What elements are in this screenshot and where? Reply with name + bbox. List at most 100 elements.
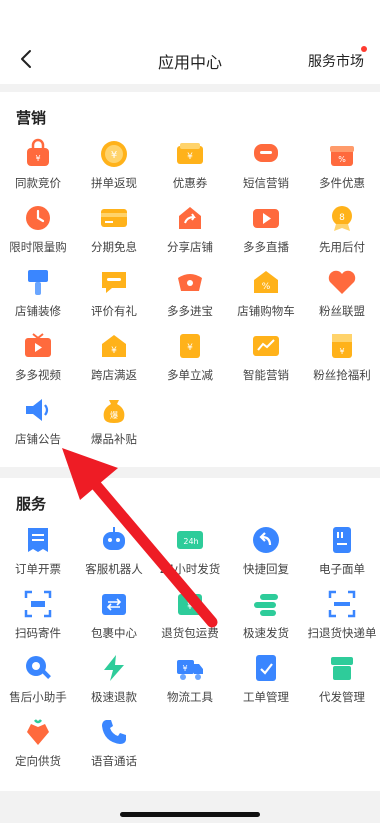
app-item-treasure[interactable]: 多多进宝 xyxy=(152,266,228,330)
app-item-message[interactable]: 短信营销 xyxy=(228,138,304,202)
app-item-label: 分享店铺 xyxy=(167,240,213,254)
app-item-video[interactable]: 多多直播 xyxy=(228,202,304,266)
marketing-section-title: 营销 xyxy=(16,109,47,127)
svg-text:¥: ¥ xyxy=(111,346,117,356)
services-section-title: 服务 xyxy=(16,495,47,513)
svg-text:%: % xyxy=(338,155,346,164)
app-item-dropship[interactable]: 代发管理 xyxy=(304,652,380,716)
app-item-fast-ship[interactable]: 极速发货 xyxy=(228,588,304,652)
app-item-robot[interactable]: 客服机器人 xyxy=(76,524,152,588)
scan-icon xyxy=(24,590,52,618)
app-item-label: 跨店满返 xyxy=(91,368,137,382)
card-icon xyxy=(101,209,127,227)
app-item-label: 多多视频 xyxy=(15,368,61,382)
app-item-label: 订单开票 xyxy=(15,562,61,576)
share-icon xyxy=(179,207,201,229)
app-item-label: 极速发货 xyxy=(243,626,289,640)
app-item-speaker[interactable]: 店铺公告 xyxy=(0,394,76,458)
video-icon xyxy=(253,209,279,228)
app-item-wrench[interactable]: 售后小助手 xyxy=(0,652,76,716)
app-item-label: 多单立减 xyxy=(167,368,213,382)
app-item-label: 评价有礼 xyxy=(91,304,137,318)
app-item-lightning[interactable]: 极速退款 xyxy=(76,652,152,716)
comment-icon xyxy=(102,272,126,293)
svg-text:¥: ¥ xyxy=(182,664,187,673)
app-item-phone[interactable]: 语音通话 xyxy=(76,716,152,780)
discount-icon: ¥ xyxy=(180,334,200,358)
package-icon xyxy=(102,594,126,615)
app-item-package[interactable]: 包裹中心 xyxy=(76,588,152,652)
money-bag-icon: 爆 xyxy=(103,400,125,423)
app-item-comment[interactable]: 评价有礼 xyxy=(76,266,152,330)
app-item-brush[interactable]: 店铺装修 xyxy=(0,266,76,330)
reply-icon xyxy=(253,527,279,553)
app-item-discount[interactable]: ¥ 多单立减 xyxy=(152,330,228,394)
app-item-label: 先用后付 xyxy=(319,240,365,254)
app-item-share[interactable]: 分享店铺 xyxy=(152,202,228,266)
app-item-coupon[interactable]: ¥ 优惠券 xyxy=(152,138,228,202)
app-item-label: 售后小助手 xyxy=(9,690,67,704)
app-item-label: 扫退货快递单 xyxy=(307,626,377,640)
app-item-chart[interactable]: 智能营销 xyxy=(228,330,304,394)
phone-icon xyxy=(102,720,126,744)
app-item-label: 工单管理 xyxy=(243,690,289,704)
app-item-tv[interactable]: 多多视频 xyxy=(0,330,76,394)
app-item-label: 拼单返现 xyxy=(91,176,137,190)
svg-text:¥: ¥ xyxy=(187,602,193,612)
app-item-reply[interactable]: 快捷回复 xyxy=(228,524,304,588)
app-item-house-coin[interactable]: ¥ 跨店满返 xyxy=(76,330,152,394)
app-item-label: 快捷回复 xyxy=(243,562,289,576)
app-item-label: 多件优惠 xyxy=(319,176,365,190)
app-item-return[interactable]: ¥ 退货包运费 xyxy=(152,588,228,652)
app-item-label: 多多直播 xyxy=(243,240,289,254)
heart-icon xyxy=(328,270,356,294)
svg-text:24h: 24h xyxy=(183,537,198,546)
fast-ship-icon xyxy=(254,594,278,616)
app-item-envelope[interactable]: ¥ 粉丝抢福利 xyxy=(304,330,380,394)
app-item-supply[interactable]: 定向供货 xyxy=(0,716,76,780)
svg-text:¥: ¥ xyxy=(187,343,193,353)
brush-icon xyxy=(28,270,48,295)
app-item-clock[interactable]: 限时限量购 xyxy=(0,202,76,266)
app-item-label: 店铺装修 xyxy=(15,304,61,318)
svg-text:%: % xyxy=(262,282,271,292)
ebill-icon xyxy=(333,527,351,553)
app-item-coin[interactable]: ¥ 拼单返现 xyxy=(76,138,152,202)
app-item-label: 店铺公告 xyxy=(15,432,61,446)
svg-text:¥: ¥ xyxy=(187,152,193,162)
app-item-scan[interactable]: 扫码寄件 xyxy=(0,588,76,652)
message-icon xyxy=(254,144,278,162)
app-item-cart-shop[interactable]: % 店铺购物车 xyxy=(228,266,304,330)
logistics-icon: ¥ xyxy=(177,660,203,680)
app-item-worksheet[interactable]: 工单管理 xyxy=(228,652,304,716)
app-item-truck-24h[interactable]: 24h 24小时发货 xyxy=(152,524,228,588)
app-item-invoice[interactable]: 订单开票 xyxy=(0,524,76,588)
app-item-bag[interactable]: ¥ 同款竞价 xyxy=(0,138,76,202)
app-item-label: 粉丝抢福利 xyxy=(313,368,371,382)
dropship-icon xyxy=(331,657,353,680)
app-item-label: 同款竞价 xyxy=(15,176,61,190)
app-item-scan-return[interactable]: 扫退货快递单 xyxy=(304,588,380,652)
app-item-label: 短信营销 xyxy=(243,176,289,190)
app-item-label: 语音通话 xyxy=(91,754,137,768)
return-icon: ¥ xyxy=(178,594,202,615)
app-item-card[interactable]: 分期免息 xyxy=(76,202,152,266)
home-indicator xyxy=(120,812,260,817)
coin-icon: ¥ xyxy=(101,141,127,167)
app-item-label: 多多进宝 xyxy=(167,304,213,318)
app-item-label: 包裹中心 xyxy=(91,626,137,640)
app-item-gift[interactable]: % 多件优惠 xyxy=(304,138,380,202)
bag-icon: ¥ xyxy=(27,138,49,166)
speaker-icon xyxy=(26,399,49,421)
app-item-ebill[interactable]: 电子面单 xyxy=(304,524,380,588)
app-item-label: 客服机器人 xyxy=(85,562,143,576)
service-market-link[interactable]: 服务市场 xyxy=(308,51,364,71)
app-item-logistics[interactable]: ¥ 物流工具 xyxy=(152,652,228,716)
app-item-heart[interactable]: 粉丝联盟 xyxy=(304,266,380,330)
app-item-badge[interactable]: 8 先用后付 xyxy=(304,202,380,266)
svg-text:¥: ¥ xyxy=(339,347,344,356)
tv-icon xyxy=(25,333,51,357)
chart-icon xyxy=(253,336,279,356)
app-item-label: 分期免息 xyxy=(91,240,137,254)
app-item-money-bag[interactable]: 爆爆品补贴 xyxy=(76,394,152,458)
